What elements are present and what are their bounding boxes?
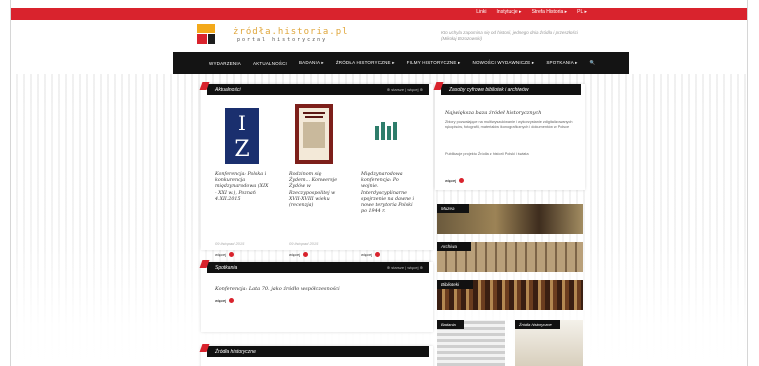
arrow-icon: [229, 298, 235, 304]
arrow-icon: [375, 252, 381, 258]
news-card[interactable]: Rodzinom się Żydem... Konwersje Żydów w …: [289, 102, 343, 258]
search-icon[interactable]: 🔍: [590, 60, 596, 66]
museums-banner[interactable]: Muzea: [437, 204, 583, 234]
historical-sources-tile[interactable]: Źródła historyczne: [515, 320, 583, 366]
iz-logo-image: I Z: [215, 102, 269, 170]
news-card-title[interactable]: Konferencja: Polska i konkurencja między…: [215, 172, 269, 203]
archives-banner[interactable]: Archiwa: [437, 242, 583, 272]
digital-resources-text-2: Publikacje projektu Źródła z historii Po…: [445, 152, 529, 156]
book-cover-image: [289, 102, 343, 170]
research-tile[interactable]: Badania: [437, 320, 505, 366]
nav-news[interactable]: AKTUALNOŚCI: [253, 61, 287, 66]
museum-logo[interactable]: [193, 24, 223, 50]
top-nav-language[interactable]: PL ▸: [577, 9, 587, 15]
museums-label: Muzea: [437, 204, 469, 213]
meetings-item[interactable]: Konferencja: Lata 70. jako źródło współc…: [215, 286, 340, 292]
news-panel: Aktualności ⊕ starsze | więcej ⊕ I Z Kon…: [201, 84, 433, 258]
header-quote: Kto uchyla zapomina się od historii, jed…: [441, 30, 578, 41]
research-label: Badania: [437, 320, 464, 329]
nav-films[interactable]: FILMY HISTORYCZNE ▸: [407, 60, 461, 66]
news-card-date: 09 listopad 2015: [215, 241, 245, 246]
site-logo-text[interactable]: żródła.historia.pl: [233, 27, 349, 37]
news-card-title[interactable]: Rodzinom się Żydem... Konwersje Żydów w …: [289, 172, 343, 209]
sources-title: Źródła historyczne: [215, 348, 256, 355]
nav-sources[interactable]: ŹRÓDŁA HISTORYCZNE ▸: [336, 60, 395, 66]
more-link[interactable]: więcej: [215, 252, 235, 258]
arrow-icon: [459, 178, 465, 184]
nav-events[interactable]: WYDARZENIA: [209, 61, 241, 66]
news-card-title[interactable]: Międzynarodowa konferencja: Po wojnie. I…: [361, 172, 415, 215]
more-link[interactable]: więcej: [361, 252, 381, 258]
news-card[interactable]: Międzynarodowa konferencja: Po wojnie. I…: [361, 102, 415, 258]
historical-sources-label: Źródła historyczne: [515, 320, 560, 329]
arrow-icon: [229, 252, 235, 258]
nav-meetings[interactable]: SPOTKANIA ▸: [546, 60, 577, 66]
nav-research[interactable]: BADANIA ▸: [299, 60, 324, 66]
news-title: Aktualności: [215, 86, 241, 93]
top-nav-links[interactable]: Linki: [476, 9, 486, 15]
digital-resources-panel: Zasoby cyfrowe bibliotek i archiwów Najw…: [435, 84, 585, 190]
top-nav-institutions[interactable]: Instytucje ▸: [497, 9, 522, 15]
news-card-date: 09 listopad 2015: [289, 241, 319, 246]
meetings-controls[interactable]: ⊕ starsze | więcej ⊕: [387, 265, 423, 270]
digital-resources-text: Zbiory pozwalające na multiwyszukiwanie …: [445, 120, 573, 129]
meetings-title: Spotkania: [215, 264, 238, 271]
digital-resources-heading[interactable]: Największa baza źródeł historycznych: [445, 110, 541, 116]
arrow-icon: [303, 252, 309, 258]
nav-publications[interactable]: NOWOŚCI WYDAWNICZE ▸: [473, 60, 535, 66]
top-nav: Linki Instytucje ▸ Strefa Historia ▸ PL …: [476, 9, 587, 15]
institute-logo-image: [361, 102, 415, 170]
site-logo-subtitle: portal historyczny: [237, 37, 328, 43]
top-nav-history-zone[interactable]: Strefa Historia ▸: [532, 9, 568, 15]
digital-resources-header: Zasoby cyfrowe bibliotek i archiwów: [441, 84, 581, 95]
svg-text:I: I: [238, 111, 246, 135]
top-bar: [11, 8, 747, 20]
news-header: Aktualności ⊕ starsze | więcej ⊕: [207, 84, 429, 95]
svg-text:Z: Z: [234, 137, 249, 162]
meetings-header: Spotkania ⊕ starsze | więcej ⊕: [207, 262, 429, 273]
news-card[interactable]: I Z Konferencja: Polska i konkurencja mi…: [215, 102, 269, 258]
sources-panel: Źródła historyczne: [201, 346, 433, 366]
libraries-label: Biblioteki: [437, 280, 474, 289]
page-frame: Linki Instytucje ▸ Strefa Historia ▸ PL …: [10, 0, 748, 366]
news-controls[interactable]: ⊕ starsze | więcej ⊕: [387, 87, 423, 92]
libraries-banner[interactable]: Biblioteki: [437, 280, 583, 310]
main-nav: WYDARZENIA AKTUALNOŚCI BADANIA ▸ ŹRÓDŁA …: [173, 52, 629, 74]
more-link[interactable]: więcej: [215, 298, 235, 304]
archives-label: Archiwa: [437, 242, 472, 251]
digital-resources-title: Zasoby cyfrowe bibliotek i archiwów: [449, 86, 529, 93]
sources-header: Źródła historyczne: [207, 346, 429, 357]
meetings-panel: Spotkania ⊕ starsze | więcej ⊕ Konferenc…: [201, 262, 433, 332]
more-link[interactable]: więcej: [289, 252, 309, 258]
more-link[interactable]: więcej: [445, 178, 465, 184]
